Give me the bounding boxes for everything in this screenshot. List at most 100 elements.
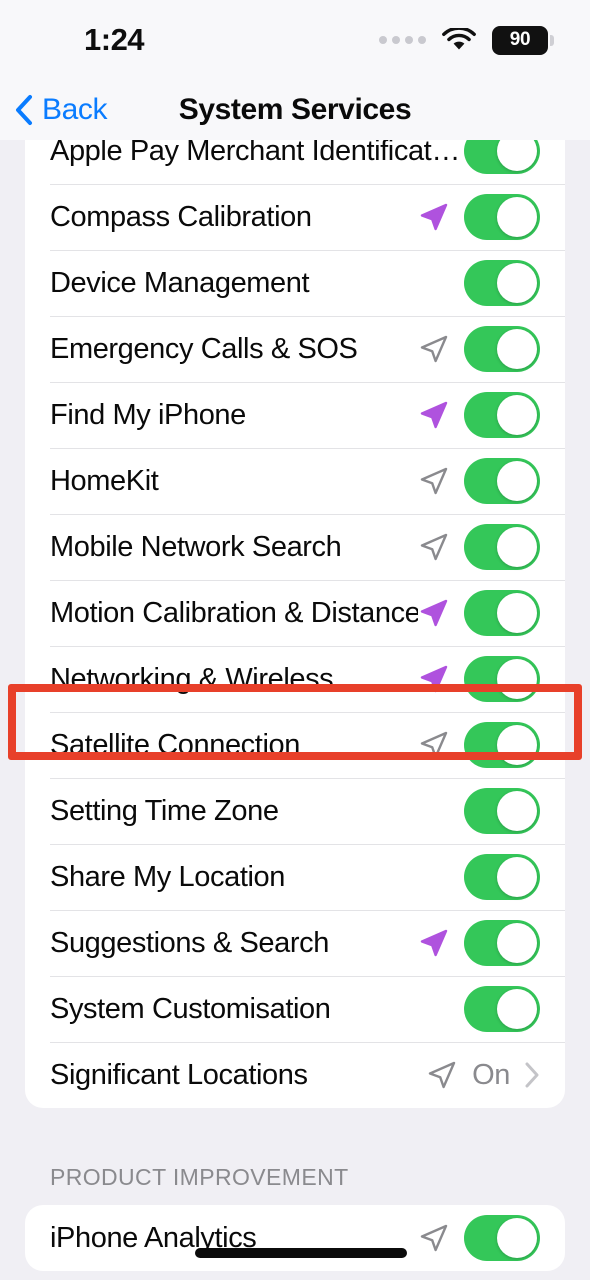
settings-row-accessory xyxy=(418,722,540,768)
settings-row[interactable]: Emergency Calls & SOS xyxy=(25,316,565,382)
settings-list: Apple Pay Merchant Identificat… Compass C… xyxy=(0,140,590,1271)
location-arrow-purple-icon xyxy=(418,201,450,233)
settings-row-accessory xyxy=(418,920,540,966)
location-arrow-purple-icon xyxy=(418,399,450,431)
settings-row[interactable]: System Customisation xyxy=(25,976,565,1042)
settings-row-label: HomeKit xyxy=(50,464,159,497)
toggle-switch[interactable] xyxy=(464,788,540,834)
settings-row[interactable]: Networking & Wireless xyxy=(25,646,565,712)
settings-row[interactable]: Setting Time Zone xyxy=(25,778,565,844)
settings-row-accessory xyxy=(418,392,540,438)
settings-row[interactable]: iPhone Analytics xyxy=(25,1205,565,1271)
battery-percent-label: 90 xyxy=(509,29,531,50)
toggle-knob xyxy=(497,461,537,501)
settings-row-accessory xyxy=(418,524,540,570)
location-arrow-gray-icon xyxy=(426,1059,458,1091)
settings-row-accessory xyxy=(418,326,540,372)
toggle-knob xyxy=(497,791,537,831)
toggle-knob xyxy=(497,197,537,237)
settings-row[interactable]: Motion Calibration & Distance xyxy=(25,580,565,646)
toggle-knob xyxy=(497,140,537,171)
location-arrow-gray-icon xyxy=(418,1222,450,1254)
toggle-switch[interactable] xyxy=(464,854,540,900)
settings-card: Apple Pay Merchant Identificat… Compass C… xyxy=(25,140,565,1108)
settings-scroll-view[interactable]: Apple Pay Merchant Identificat… Compass C… xyxy=(0,140,590,1280)
location-arrow-gray-icon xyxy=(418,465,450,497)
location-arrow-gray-icon xyxy=(418,333,450,365)
toggle-switch[interactable] xyxy=(464,326,540,372)
settings-row-label: Suggestions & Search xyxy=(50,926,329,959)
toggle-knob xyxy=(497,1218,537,1258)
settings-row-accessory xyxy=(418,458,540,504)
settings-row[interactable]: Find My iPhone xyxy=(25,382,565,448)
toggle-switch[interactable] xyxy=(464,986,540,1032)
toggle-knob xyxy=(497,593,537,633)
settings-row[interactable]: Satellite Connection xyxy=(25,712,565,778)
settings-row[interactable]: Suggestions & Search xyxy=(25,910,565,976)
home-indicator xyxy=(195,1248,407,1258)
toggle-switch[interactable] xyxy=(464,194,540,240)
settings-row-accessory xyxy=(464,260,540,306)
settings-row[interactable]: Mobile Network Search xyxy=(25,514,565,580)
section-header: PRODUCT IMPROVEMENT xyxy=(50,1164,349,1190)
wifi-icon xyxy=(442,26,476,53)
settings-row-label: Motion Calibration & Distance xyxy=(50,596,418,629)
settings-row-accessory xyxy=(464,140,540,174)
location-arrow-purple-icon xyxy=(418,927,450,959)
settings-row-accessory: On xyxy=(426,1059,540,1092)
location-arrow-purple-icon xyxy=(418,597,450,629)
toggle-switch[interactable] xyxy=(464,392,540,438)
toggle-switch[interactable] xyxy=(464,920,540,966)
settings-row-label: Significant Locations xyxy=(50,1058,308,1091)
settings-row[interactable]: Share My Location xyxy=(25,844,565,910)
settings-card: iPhone Analytics xyxy=(25,1205,565,1271)
settings-row[interactable]: Apple Pay Merchant Identificat… xyxy=(25,140,565,184)
settings-row-label: Compass Calibration xyxy=(50,200,312,233)
settings-row-label: Share My Location xyxy=(50,860,285,893)
settings-row-accessory xyxy=(464,986,540,1032)
settings-row-label: Emergency Calls & SOS xyxy=(50,332,358,365)
settings-row[interactable]: Significant Locations On xyxy=(25,1042,565,1108)
settings-row-label: Setting Time Zone xyxy=(50,794,279,827)
toggle-knob xyxy=(497,659,537,699)
toggle-switch[interactable] xyxy=(464,458,540,504)
location-arrow-gray-icon xyxy=(418,531,450,563)
toggle-switch[interactable] xyxy=(464,590,540,636)
status-bar: 1:24 90 xyxy=(0,0,590,80)
settings-row[interactable]: Device Management xyxy=(25,250,565,316)
settings-row-label: Device Management xyxy=(50,266,310,299)
settings-row-label: Apple Pay Merchant Identificat… xyxy=(50,140,460,167)
toggle-switch[interactable] xyxy=(464,722,540,768)
settings-row-label: Networking & Wireless xyxy=(50,662,334,695)
toggle-switch[interactable] xyxy=(464,656,540,702)
toggle-knob xyxy=(497,857,537,897)
toggle-knob xyxy=(497,263,537,303)
settings-row-label: System Customisation xyxy=(50,992,331,1025)
toggle-switch[interactable] xyxy=(464,140,540,174)
toggle-switch[interactable] xyxy=(464,1215,540,1261)
settings-row-accessory xyxy=(418,194,540,240)
settings-row-accessory xyxy=(464,788,540,834)
settings-row-accessory xyxy=(418,656,540,702)
status-bar-clock: 1:24 xyxy=(84,22,145,57)
back-button[interactable]: Back xyxy=(14,93,108,127)
toggle-switch[interactable] xyxy=(464,524,540,570)
toggle-knob xyxy=(497,527,537,567)
chevron-left-icon xyxy=(14,94,34,126)
settings-row-accessory xyxy=(418,1215,540,1261)
toggle-switch[interactable] xyxy=(464,260,540,306)
settings-row-label: Find My iPhone xyxy=(50,398,246,431)
navigation-bar: Back System Services xyxy=(0,80,590,140)
iphone-screen: 1:24 90 Back System Services Apple Pay M… xyxy=(0,0,590,1280)
row-value-label: On xyxy=(472,1058,510,1091)
battery-icon: 90 xyxy=(492,25,554,55)
settings-row-accessory xyxy=(464,854,540,900)
settings-row[interactable]: Compass Calibration xyxy=(25,184,565,250)
toggle-knob xyxy=(497,329,537,369)
location-arrow-gray-icon xyxy=(418,729,450,761)
settings-row-accessory xyxy=(418,590,540,636)
status-bar-indicators: 90 xyxy=(379,25,554,55)
settings-row[interactable]: HomeKit xyxy=(25,448,565,514)
chevron-right-icon xyxy=(524,1062,540,1088)
back-button-label: Back xyxy=(42,93,108,126)
